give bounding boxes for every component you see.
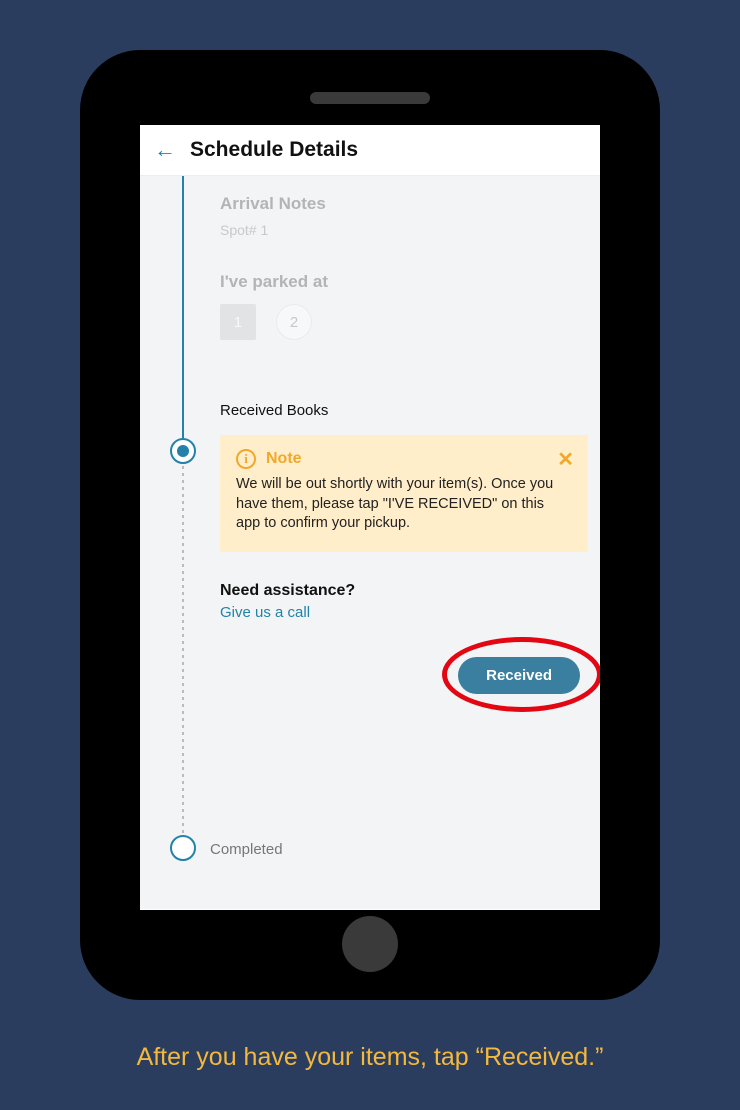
parking-options: 1 2 [220, 304, 588, 340]
received-section: Received Books i Note ✕ We will be out s… [220, 402, 588, 694]
parked-at-label: I've parked at [220, 272, 588, 292]
arrival-spot-text: Spot# 1 [220, 222, 588, 238]
arrival-notes-title: Arrival Notes [220, 186, 588, 214]
timeline-node-active [170, 438, 196, 464]
app-header: ← Schedule Details [140, 125, 600, 176]
phone-home-button[interactable] [342, 916, 398, 972]
timeline [182, 176, 184, 909]
parking-option-1[interactable]: 1 [220, 304, 256, 340]
received-button-wrap: Received [220, 657, 580, 694]
arrival-section: Arrival Notes Spot# 1 I've parked at 1 2 [220, 186, 588, 340]
completed-step-label: Completed [210, 841, 283, 858]
received-step-label: Received Books [220, 402, 588, 419]
note-header: i Note [236, 449, 572, 469]
phone-frame: ← Schedule Details Arrival Notes Spot# 1… [80, 50, 660, 1000]
parking-option-2[interactable]: 2 [276, 304, 312, 340]
page-title: Schedule Details [190, 138, 358, 162]
note-box: i Note ✕ We will be out shortly with you… [220, 435, 588, 552]
app-screen: ← Schedule Details Arrival Notes Spot# 1… [140, 125, 600, 910]
received-button[interactable]: Received [458, 657, 580, 694]
timeline-line-pending [182, 466, 184, 846]
timeline-node-completed [170, 835, 196, 861]
note-body: We will be out shortly with your item(s)… [236, 475, 572, 534]
assistance-call-link[interactable]: Give us a call [220, 604, 588, 621]
close-icon[interactable]: ✕ [557, 447, 574, 472]
phone-speaker [310, 92, 430, 104]
note-title: Note [266, 450, 302, 468]
back-arrow-icon[interactable]: ← [154, 137, 176, 163]
timeline-line-done [182, 176, 184, 451]
assistance-title: Need assistance? [220, 582, 588, 600]
info-icon: i [236, 449, 256, 469]
content-area: Arrival Notes Spot# 1 I've parked at 1 2… [140, 176, 600, 909]
instruction-caption: After you have your items, tap “Received… [0, 1043, 740, 1072]
